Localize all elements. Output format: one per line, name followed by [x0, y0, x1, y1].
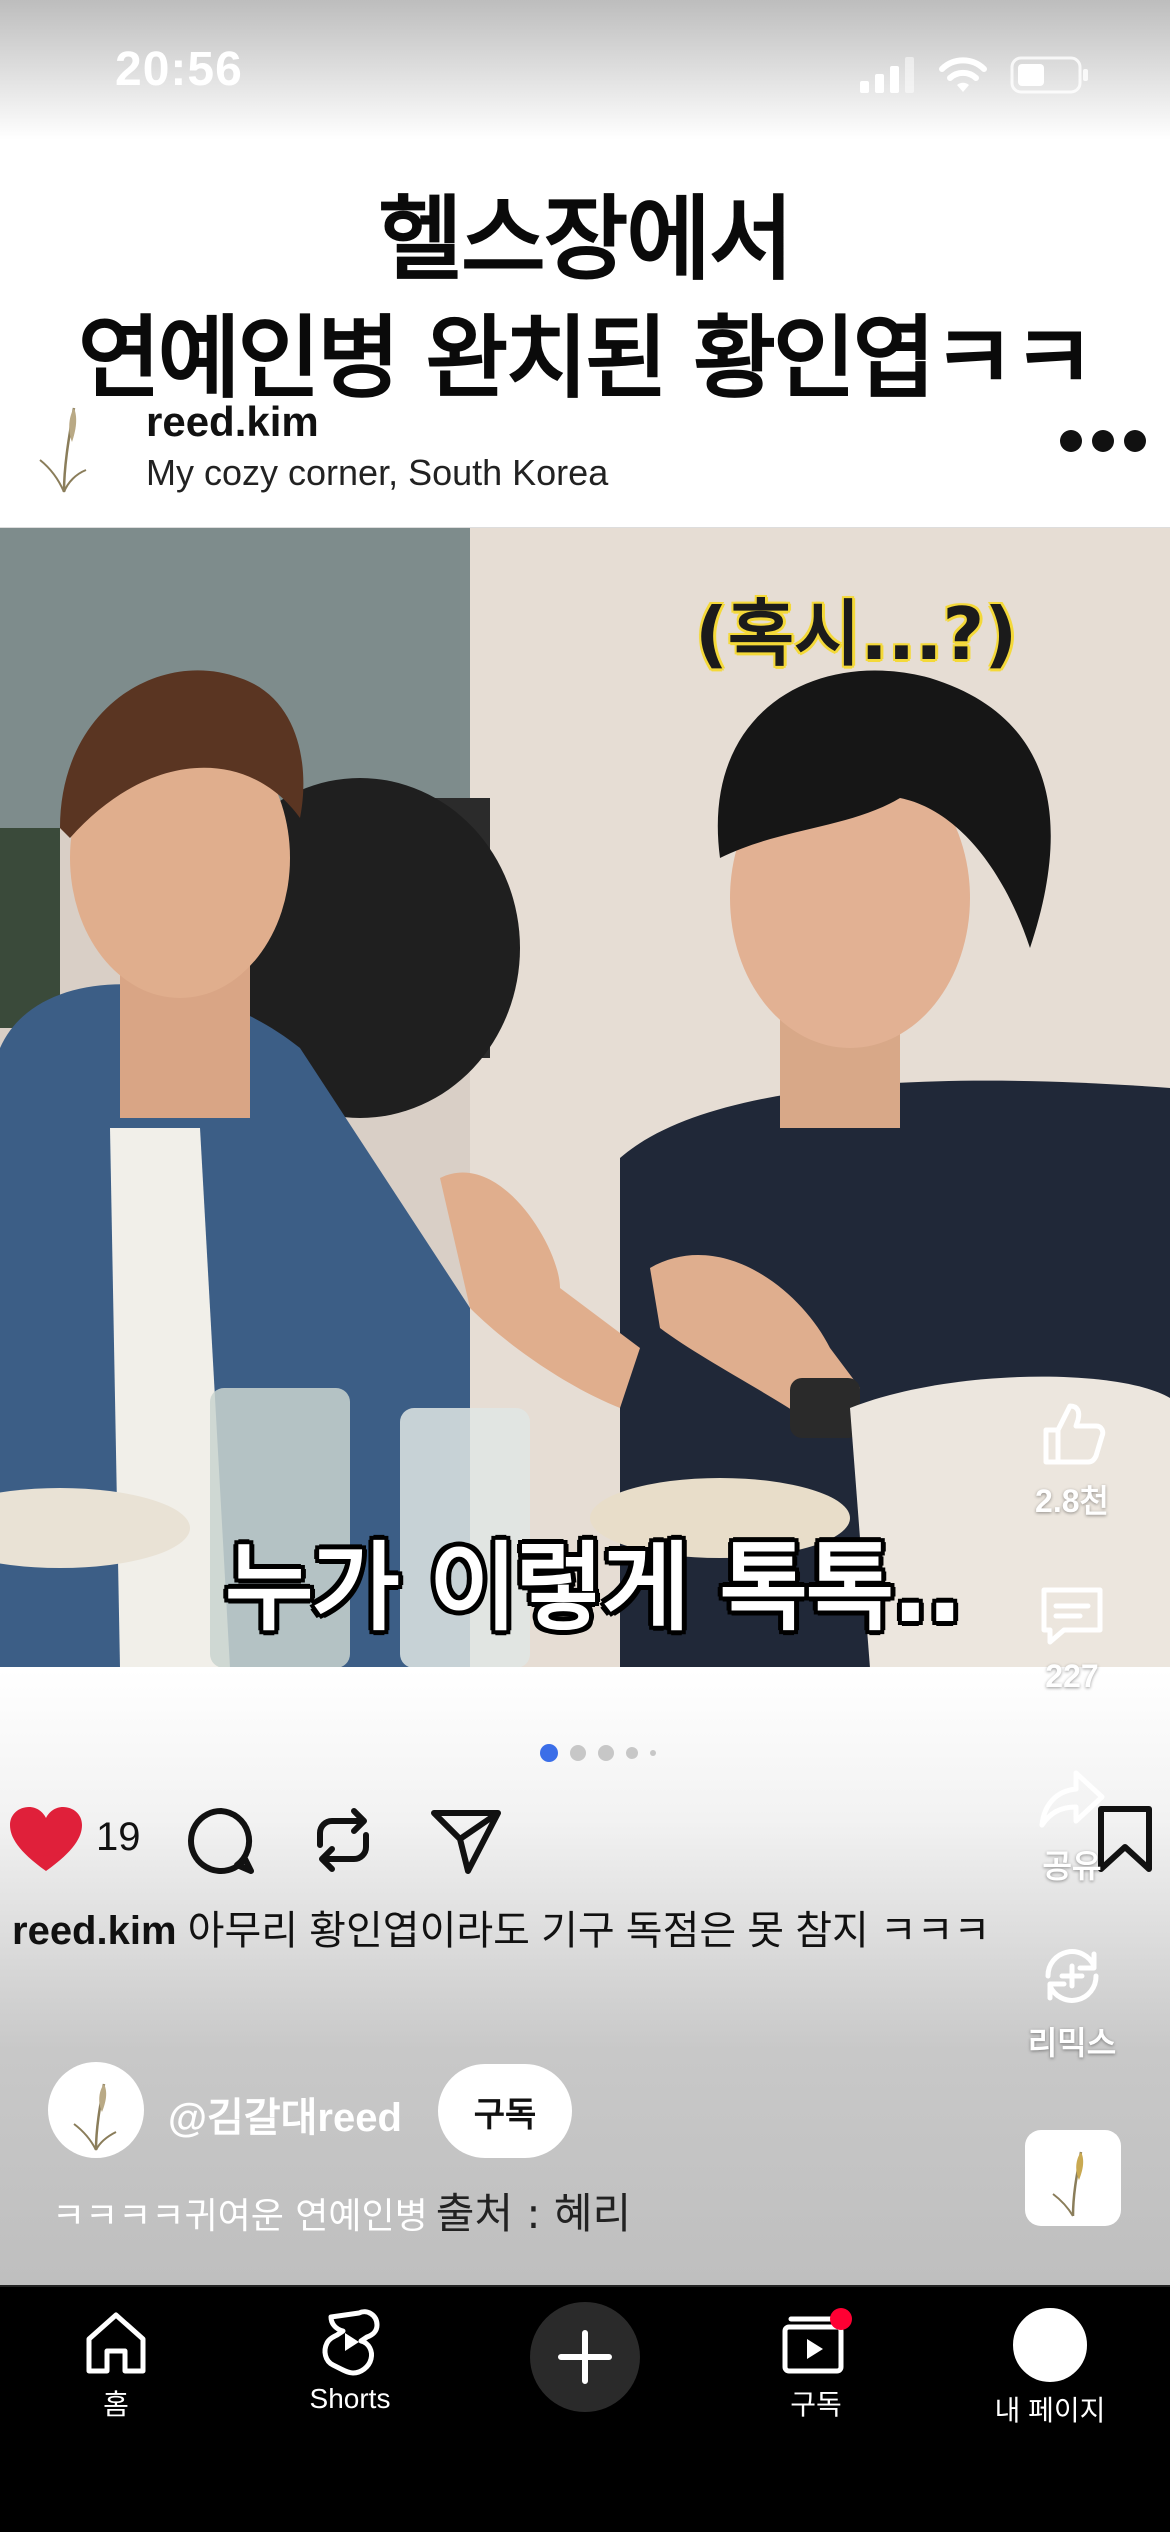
caption-text: 아무리 황인엽이라도 기구 독점은 못 참지 ㅋㅋㅋ: [187, 1909, 991, 1953]
nav-shorts-label: Shorts: [309, 2383, 391, 2414]
more-vertical-icon[interactable]: [1060, 182, 1100, 248]
wifi-icon: [939, 57, 987, 92]
shorts-comment-count: 227: [1045, 1658, 1099, 1694]
send-icon[interactable]: [430, 1805, 502, 1877]
plus-icon: [558, 2330, 612, 2384]
nav-my-page-label: 내 페이지: [994, 2395, 1106, 2426]
subscribe-button[interactable]: 구독: [438, 2064, 572, 2158]
shorts-remix-button[interactable]: 리믹스: [997, 1940, 1147, 2064]
comment-icon[interactable]: [185, 1805, 257, 1877]
overlay-title-line1: 헬스장에서: [378, 186, 793, 293]
nav-my-page[interactable]: 내 페이지: [950, 2307, 1150, 2429]
nav-subscriptions-label: 구독: [790, 2389, 842, 2420]
post-more-icon[interactable]: [1060, 430, 1146, 452]
post-photo[interactable]: [0, 527, 1170, 1667]
create-button[interactable]: [530, 2302, 640, 2412]
shorts-comment-button[interactable]: 227: [997, 1580, 1147, 1695]
shorts-caption[interactable]: ㅋㅋㅋㅋ귀여운 연예인병 출처 : 혜리: [52, 2180, 631, 2241]
shorts-share-button[interactable]: 공유: [997, 1763, 1147, 1887]
carousel-dot: [650, 1750, 656, 1756]
like-count: 19: [96, 1815, 141, 1859]
nav-home[interactable]: 홈: [16, 2307, 216, 2423]
post-username[interactable]: reed.kim: [146, 398, 319, 446]
shorts-icon: [322, 2309, 380, 2376]
shorts-caption-text: ㅋㅋㅋㅋ귀여운 연예인병: [52, 2196, 428, 2237]
search-icon[interactable]: [900, 180, 970, 250]
post-avatar[interactable]: [28, 398, 100, 494]
photo-caption-top: (혹시...?): [695, 592, 1018, 676]
sound-thumbnail[interactable]: [1025, 2130, 1121, 2226]
carousel-dot: [598, 1745, 614, 1761]
remix-icon: [1045, 1949, 1099, 2003]
post-caption: reed.kim 아무리 황인엽이라도 기구 독점은 못 참지 ㅋㅋㅋ: [12, 1898, 990, 1956]
home-icon: [86, 2312, 146, 2374]
shorts-like-count: 2.8천: [1035, 1483, 1109, 1519]
carousel-dot: [626, 1747, 638, 1759]
nav-home-label: 홈: [103, 2389, 129, 2420]
subscriptions-icon: [782, 2308, 852, 2374]
carousel-dot: [570, 1745, 586, 1761]
signal-icon: [860, 57, 914, 93]
share-arrow-icon: [1039, 1770, 1105, 1828]
carousel-dot-active: [540, 1744, 558, 1762]
shorts-remix-label: 리믹스: [1027, 2025, 1117, 2061]
comment-bubble-icon: [1041, 1587, 1103, 1645]
carousel-dots: [540, 1744, 656, 1762]
like-heart-icon[interactable]: [8, 1805, 84, 1873]
shorts-caption-source: 출처 : 혜리: [435, 2189, 632, 2238]
photo-illustration: [0, 528, 1170, 1667]
channel-avatar[interactable]: [48, 2062, 144, 2158]
nav-subscriptions[interactable]: 구독: [716, 2307, 916, 2423]
reed-plant-icon: [1052, 2151, 1084, 2217]
post-location[interactable]: My cozy corner, South Korea: [146, 452, 608, 494]
channel-handle[interactable]: @김갈대reed: [168, 2085, 402, 2143]
status-time: 20:56: [115, 43, 243, 96]
repost-icon[interactable]: [308, 1805, 378, 1875]
shorts-like-button[interactable]: 2.8천: [997, 1398, 1147, 1522]
photo-caption-bottom: 누가 이렇게 톡톡..: [225, 1532, 963, 1644]
profile-avatar-icon: [1013, 2308, 1087, 2382]
status-icons: [860, 56, 1090, 94]
thumbs-up-icon: [1043, 1403, 1106, 1465]
shorts-share-label: 공유: [1042, 1848, 1102, 1884]
caption-username[interactable]: reed.kim: [12, 1909, 177, 1953]
nav-shorts[interactable]: Shorts: [250, 2307, 450, 2415]
reed-plant-icon: [73, 2083, 117, 2151]
battery-icon: [1010, 56, 1088, 94]
overlay-title-line2: 연예인병 완치된 황인엽ㅋㅋ: [77, 306, 1095, 411]
